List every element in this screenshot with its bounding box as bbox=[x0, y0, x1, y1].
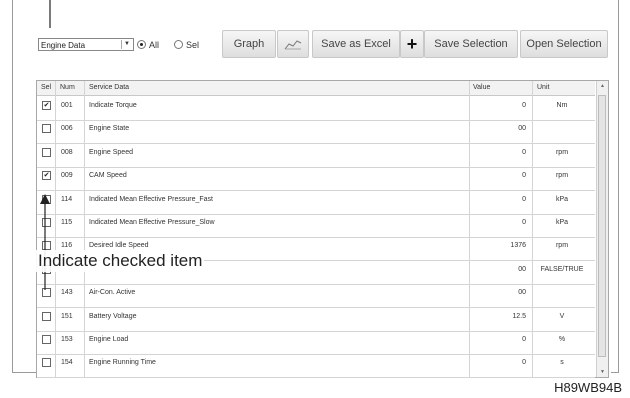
row-unit: FALSE/TRUE bbox=[540, 265, 584, 273]
row-service-name: Air-Con. Active bbox=[89, 289, 136, 297]
scroll-up-icon[interactable]: ▲ bbox=[597, 81, 608, 91]
row-service-name: Battery Voltage bbox=[89, 312, 137, 320]
grid-header: Sel Num Service Data Value Unit bbox=[37, 81, 595, 96]
row-value: 00 bbox=[518, 265, 526, 273]
row-value: 0 bbox=[522, 148, 526, 156]
row-value: 0 bbox=[522, 102, 526, 109]
graph-button[interactable]: Graph bbox=[222, 30, 276, 58]
row-checkbox[interactable] bbox=[42, 335, 51, 344]
row-num: 153 bbox=[61, 336, 73, 343]
row-num: 009 bbox=[61, 172, 73, 180]
plus-icon: + bbox=[406, 34, 418, 54]
row-service-name: Engine Load bbox=[89, 336, 129, 343]
radio-all-dot[interactable] bbox=[137, 40, 146, 49]
row-checkbox-checked[interactable]: ✔ bbox=[42, 171, 51, 181]
table-row[interactable]: ✔ 009 CAM Speed 0 rpm bbox=[37, 166, 595, 192]
callout-arrow bbox=[40, 194, 50, 290]
row-value: 00 bbox=[518, 289, 526, 297]
row-num: 001 bbox=[61, 102, 73, 109]
radio-sel-label: Sel bbox=[186, 40, 200, 50]
table-row[interactable]: 154 Engine Running Time 0 s bbox=[37, 353, 595, 379]
service-data-grid: Sel Num Service Data Value Unit ✔ 001 Indi… bbox=[36, 80, 609, 379]
row-value: 1376 bbox=[510, 242, 526, 250]
table-row[interactable]: 153 Engine Load 0% bbox=[37, 330, 595, 355]
figure-id: H89WB94B bbox=[554, 380, 622, 395]
scan-tool-window: Engine Data ▼ All Sel Graph Save as Exce… bbox=[36, 28, 611, 379]
col-unit[interactable]: Unit bbox=[537, 81, 549, 95]
row-checkbox[interactable] bbox=[42, 147, 51, 157]
data-category-dropdown[interactable]: Engine Data ▼ bbox=[38, 38, 134, 51]
row-value: 0 bbox=[522, 219, 526, 226]
toolbar: Engine Data ▼ All Sel Graph Save as Exce… bbox=[36, 28, 611, 66]
scrollbar-thumb[interactable] bbox=[598, 95, 606, 357]
col-sel[interactable]: Sel bbox=[41, 81, 51, 95]
row-unit: rpm bbox=[555, 242, 569, 250]
row-service-name: Engine State bbox=[89, 125, 130, 133]
row-num: 154 bbox=[61, 359, 73, 367]
row-unit: % bbox=[558, 336, 566, 343]
row-value: 0 bbox=[522, 172, 526, 180]
row-value: 0 bbox=[522, 336, 526, 343]
radio-all-label: All bbox=[149, 40, 160, 50]
row-service-name: Engine Running Time bbox=[89, 359, 156, 367]
row-checkbox[interactable] bbox=[42, 311, 51, 321]
radio-sel-dot[interactable] bbox=[174, 40, 183, 49]
row-value: 0 bbox=[522, 359, 526, 367]
row-unit: rpm bbox=[555, 148, 569, 156]
graph-label: Graph bbox=[233, 38, 265, 50]
row-num: 143 bbox=[61, 289, 73, 297]
row-value: 00 bbox=[518, 125, 526, 133]
row-service-name: Engine Speed bbox=[89, 148, 133, 156]
row-service-name: Indicated Mean Effective Pressure_Slow bbox=[89, 219, 215, 226]
table-row[interactable]: 143 Air-Con. Active 00 bbox=[37, 283, 595, 309]
save-excel-label: Save as Excel bbox=[321, 38, 391, 50]
vertical-scrollbar[interactable]: ▲ ▼ bbox=[596, 81, 608, 377]
row-checkbox-checked[interactable]: ✔ bbox=[42, 101, 51, 110]
col-service[interactable]: Service Data bbox=[89, 81, 129, 95]
dropdown-value: Engine Data bbox=[41, 41, 86, 50]
row-unit: rpm bbox=[555, 172, 569, 180]
table-row[interactable]: 008 Engine Speed 0 rpm bbox=[37, 143, 595, 168]
save-as-excel-button[interactable]: Save as Excel bbox=[312, 30, 400, 58]
row-num: 114 bbox=[61, 195, 73, 203]
row-checkbox[interactable] bbox=[42, 358, 51, 368]
col-num[interactable]: Num bbox=[60, 81, 75, 95]
table-row[interactable]: 151 Battery Voltage 12.5 V bbox=[37, 307, 595, 332]
callout-label: Indicate checked item bbox=[36, 250, 205, 272]
save-selection-button[interactable]: Save Selection bbox=[424, 30, 518, 58]
save-selection-label: Save Selection bbox=[434, 38, 508, 50]
radio-sel[interactable]: Sel bbox=[174, 38, 199, 52]
scroll-down-icon[interactable]: ▼ bbox=[597, 367, 608, 377]
col-value[interactable]: Value bbox=[473, 81, 490, 95]
row-unit: s bbox=[560, 359, 564, 367]
row-checkbox[interactable] bbox=[42, 124, 51, 134]
row-value: 0 bbox=[522, 195, 526, 203]
add-button[interactable]: + bbox=[400, 30, 424, 58]
table-row[interactable]: 006 Engine State 00 bbox=[37, 119, 595, 145]
row-unit: kPa bbox=[555, 195, 569, 203]
row-value: 12.5 bbox=[512, 312, 526, 320]
table-row[interactable]: 115 Indicated Mean Effective Pressure_Slo… bbox=[37, 213, 595, 238]
row-service-name: CAM Speed bbox=[89, 172, 127, 180]
chevron-down-icon[interactable]: ▼ bbox=[121, 40, 132, 49]
graph-icon-button[interactable] bbox=[277, 30, 309, 58]
row-unit: V bbox=[559, 312, 565, 320]
radio-all[interactable]: All bbox=[137, 38, 159, 52]
row-num: 006 bbox=[61, 125, 73, 133]
open-selection-label: Open Selection bbox=[526, 38, 602, 50]
row-num: 115 bbox=[61, 219, 73, 226]
row-service-name: Indicated Mean Effective Pressure_Fast bbox=[89, 195, 213, 203]
table-row[interactable]: ✔ 001 Indicate Torque 0 Nm bbox=[37, 96, 595, 121]
open-selection-button[interactable]: Open Selection bbox=[520, 30, 608, 58]
row-service-name: Indicate Torque bbox=[89, 102, 137, 109]
line-graph-icon bbox=[284, 40, 302, 50]
row-unit: Nm bbox=[556, 102, 568, 109]
row-num: 008 bbox=[61, 148, 73, 156]
row-unit: kPa bbox=[555, 219, 569, 226]
row-num: 151 bbox=[61, 312, 73, 320]
table-row[interactable]: 114 Indicated Mean Effective Pressure_Fas… bbox=[37, 190, 595, 215]
